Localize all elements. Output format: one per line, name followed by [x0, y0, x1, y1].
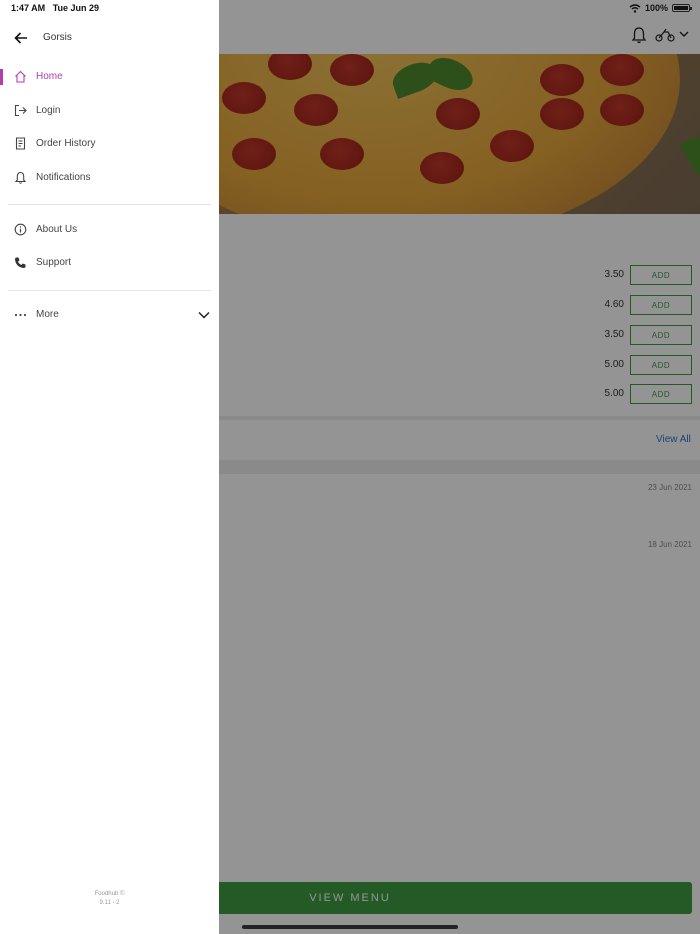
drawer-item-login[interactable]: Login	[0, 96, 219, 126]
home-indicator[interactable]	[242, 925, 458, 929]
drawer-divider	[8, 204, 211, 205]
drawer-item-support[interactable]: Support	[0, 248, 219, 278]
drawer-item-home[interactable]: Home	[0, 62, 219, 92]
receipt-icon	[15, 137, 26, 150]
chevron-down-icon[interactable]	[198, 310, 210, 320]
battery-icon	[672, 4, 692, 12]
login-icon	[14, 104, 27, 117]
navigation-drawer: Gorsis Home Login Order History Notifica…	[0, 0, 219, 934]
drawer-item-label: About Us	[36, 224, 78, 235]
drawer-item-label: More	[36, 309, 59, 320]
drawer-item-label: Support	[36, 257, 72, 268]
drawer-item-label: Order History	[36, 138, 96, 149]
battery-percent: 100%	[644, 3, 668, 13]
drawer-item-order-history[interactable]: Order History	[0, 129, 219, 159]
more-dots-icon	[14, 313, 27, 317]
drawer-item-label: Home	[36, 71, 63, 82]
store-name: Gorsis	[43, 32, 72, 43]
app-version-footer: Foodhub © 9.11 - 2	[94, 891, 125, 906]
back-arrow-icon[interactable]	[14, 31, 28, 45]
drawer-item-label: Notifications	[36, 172, 91, 183]
wifi-icon	[629, 3, 641, 13]
status-time: 1:47 AM Tue Jun 29	[11, 3, 100, 13]
active-indicator	[0, 69, 3, 85]
info-icon	[14, 223, 27, 236]
phone-icon	[15, 257, 26, 268]
drawer-item-more[interactable]: More	[0, 300, 219, 330]
drawer-item-notifications[interactable]: Notifications	[0, 163, 219, 193]
status-bar: 1:47 AM Tue Jun 29 100%	[0, 0, 700, 18]
drawer-header: Gorsis	[0, 26, 219, 50]
home-icon	[15, 70, 26, 83]
bell-icon	[14, 171, 27, 184]
drawer-item-label: Login	[36, 105, 61, 116]
drawer-item-about-us[interactable]: About Us	[0, 215, 219, 245]
drawer-divider	[8, 290, 211, 291]
